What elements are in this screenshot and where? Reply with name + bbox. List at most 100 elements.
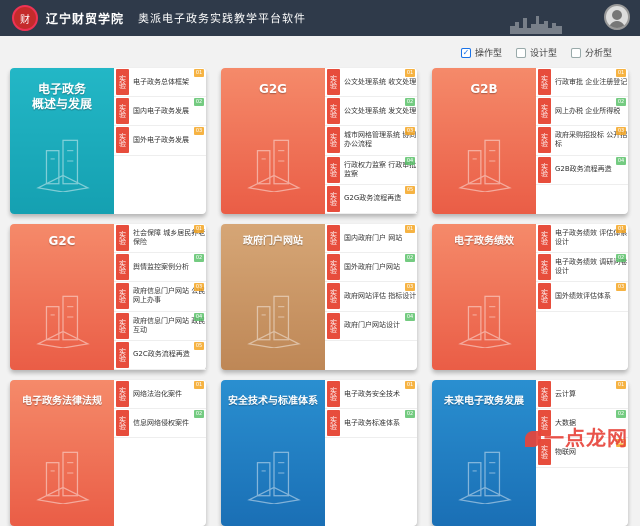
experiment-label: 国内政府门户 网站 [344,234,417,243]
module-tile[interactable]: 电子政务绩效 [432,224,536,370]
experiment-item[interactable]: 实验电子政务安全技术01 [325,380,417,409]
experiment-item[interactable]: 实验G2B政务流程再造04 [536,156,628,185]
experiment-tag: 实验 [327,381,340,407]
experiment-item[interactable]: 实验国外绩效评估体系03 [536,282,628,311]
experiment-item[interactable]: 实验行政审批 企业注册登记01 [536,68,628,97]
design-checkbox[interactable] [516,48,526,58]
experiment-item[interactable]: 实验信息网络侵权案件02 [114,409,206,438]
experiment-item[interactable]: 实验行政权力监察 行政审批监察04 [325,156,417,185]
experiment-item[interactable]: 实验电子政务绩效 调研问卷设计02 [536,253,628,282]
filter-operational[interactable]: ✓ 操作型 [461,46,502,59]
module-card[interactable]: G2B实验行政审批 企业注册登记01实验网上办税 企业所得税02实验政府采购招投… [432,68,628,214]
experiment-number: 03 [194,127,204,135]
module-tile[interactable]: 电子政务法律法规 [10,380,114,526]
experiment-item[interactable]: 实验电子政务总体框架01 [114,68,206,97]
experiment-label: G2B政务流程再造 [555,165,628,174]
experiment-label: 国外政府门户网站 [344,263,417,272]
experiment-item[interactable]: 实验政府信息门户网站 公民网上办事03 [114,282,206,311]
experiment-tag: 实验 [327,313,340,339]
operational-checkbox[interactable]: ✓ [461,48,471,58]
module-card[interactable]: 未来电子政务发展实验云计算01实验大数据02实验物联网03 [432,380,628,526]
experiment-item[interactable]: 实验城市网格管理系统 协同办公流程03 [325,126,417,155]
experiment-item[interactable]: 实验电子政务标准体系02 [325,409,417,438]
experiment-item[interactable]: 实验政府信息门户网站 政民互动04 [114,312,206,341]
experiment-item[interactable]: 实验国内电子政务发展02 [114,97,206,126]
experiment-tag: 实验 [538,283,551,309]
module-title-line: G2B [432,82,536,97]
experiment-number: 05 [405,186,415,194]
experiment-item[interactable]: 实验政府网站评估 指标设计03 [325,282,417,311]
experiment-tag: 实验 [116,283,129,309]
experiment-item[interactable]: 实验国外政府门户网站02 [325,253,417,282]
filter-label: 设计型 [530,46,557,59]
experiment-tag: 实验 [327,254,340,280]
experiment-item[interactable]: 实验G2G政务流程再造05 [325,185,417,214]
school-name: 辽宁财贸学院 [46,10,124,27]
module-tile[interactable]: G2G [221,68,325,214]
experiment-number: 02 [194,254,204,262]
experiment-label: 公文处理系统 发文处理 [344,107,417,116]
experiment-item[interactable]: 实验政府采购招投标 公开招标03 [536,126,628,155]
module-tile[interactable]: 电子政务概述与发展 [10,68,114,214]
experiment-item[interactable]: 实验舆情监控案例分析02 [114,253,206,282]
module-title: 安全技术与标准体系 [221,394,325,409]
experiment-label: G2G政务流程再造 [344,194,417,203]
experiment-item[interactable]: 实验网上办税 企业所得税02 [536,97,628,126]
experiment-item[interactable]: 实验云计算01 [536,380,628,409]
experiment-number: 02 [194,410,204,418]
experiment-tag: 实验 [327,157,340,183]
experiment-list: 实验电子政务总体框架01实验国内电子政务发展02实验国外电子政务发展03 [114,68,206,214]
experiment-number: 01 [405,69,415,77]
module-card[interactable]: G2C实验社会保障 城乡居民养老保险01实验舆情监控案例分析02实验政府信息门户… [10,224,206,370]
module-title-line: 概述与发展 [10,97,114,112]
experiment-list: 实验社会保障 城乡居民养老保险01实验舆情监控案例分析02实验政府信息门户网站 … [114,224,206,370]
module-title: G2G [221,82,325,97]
experiment-list: 实验国内政府门户 网站01实验国外政府门户网站02实验政府网站评估 指标设计03… [325,224,417,370]
experiment-tag: 实验 [116,69,129,95]
experiment-label: 行政审批 企业注册登记 [555,78,628,87]
experiment-tag: 实验 [538,127,551,153]
experiment-item[interactable]: 实验公文处理系统 收文处理01 [325,68,417,97]
module-tile[interactable]: G2C [10,224,114,370]
experiment-tag: 实验 [538,157,551,183]
experiment-item[interactable]: 实验政府门户网站设计04 [325,312,417,341]
module-card[interactable]: 安全技术与标准体系实验电子政务安全技术01实验电子政务标准体系02 [221,380,417,526]
office-building-icon [243,130,305,192]
module-title-line: G2G [221,82,325,97]
module-title-line: G2C [10,234,114,249]
module-card[interactable]: 电子政务法律法规实验网络法治化案件01实验信息网络侵权案件02 [10,380,206,526]
experiment-label: 政府网站评估 指标设计 [344,292,417,301]
experiment-number: 02 [405,410,415,418]
user-avatar[interactable] [604,4,630,30]
experiment-tag: 实验 [116,410,129,436]
experiment-item[interactable]: 实验网络法治化案件01 [114,380,206,409]
experiment-item[interactable]: 实验国外电子政务发展03 [114,126,206,155]
experiment-item[interactable]: 实验G2C政务流程再造05 [114,341,206,370]
module-title-line: 电子政务法律法规 [10,394,114,409]
module-tile[interactable]: 安全技术与标准体系 [221,380,325,526]
module-tile[interactable]: G2B [432,68,536,214]
experiment-item[interactable]: 实验公文处理系统 发文处理02 [325,97,417,126]
module-tile[interactable]: 政府门户网站 [221,224,325,370]
experiment-tag: 实验 [327,410,340,436]
experiment-list: 实验电子政务绩效 评估体系设计01实验电子政务绩效 调研问卷设计02实验国外绩效… [536,224,628,370]
experiment-tag: 实验 [327,225,340,251]
skyscraper-icon [454,130,516,192]
experiment-item[interactable]: 实验电子政务绩效 评估体系设计01 [536,224,628,253]
filter-analysis[interactable]: 分析型 [571,46,612,59]
filter-design[interactable]: 设计型 [516,46,557,59]
survey-board-icon [454,286,516,348]
experiment-item[interactable]: 实验社会保障 城乡居民养老保险01 [114,224,206,253]
analysis-checkbox[interactable] [571,48,581,58]
module-card[interactable]: 政府门户网站实验国内政府门户 网站01实验国外政府门户网站02实验政府网站评估 … [221,224,417,370]
module-card[interactable]: G2G实验公文处理系统 收文处理01实验公文处理系统 发文处理02实验城市网格管… [221,68,417,214]
experiment-item[interactable]: 实验国内政府门户 网站01 [325,224,417,253]
experiment-number: 01 [616,69,626,77]
service-desk-icon [32,286,94,348]
experiment-label: 电子政务总体框架 [133,78,206,87]
module-tile[interactable]: 未来电子政务发展 [432,380,536,526]
experiment-number: 01 [405,225,415,233]
module-card[interactable]: 电子政务绩效实验电子政务绩效 评估体系设计01实验电子政务绩效 调研问卷设计02… [432,224,628,370]
module-card[interactable]: 电子政务概述与发展实验电子政务总体框架01实验国内电子政务发展02实验国外电子政… [10,68,206,214]
experiment-number: 02 [616,98,626,106]
